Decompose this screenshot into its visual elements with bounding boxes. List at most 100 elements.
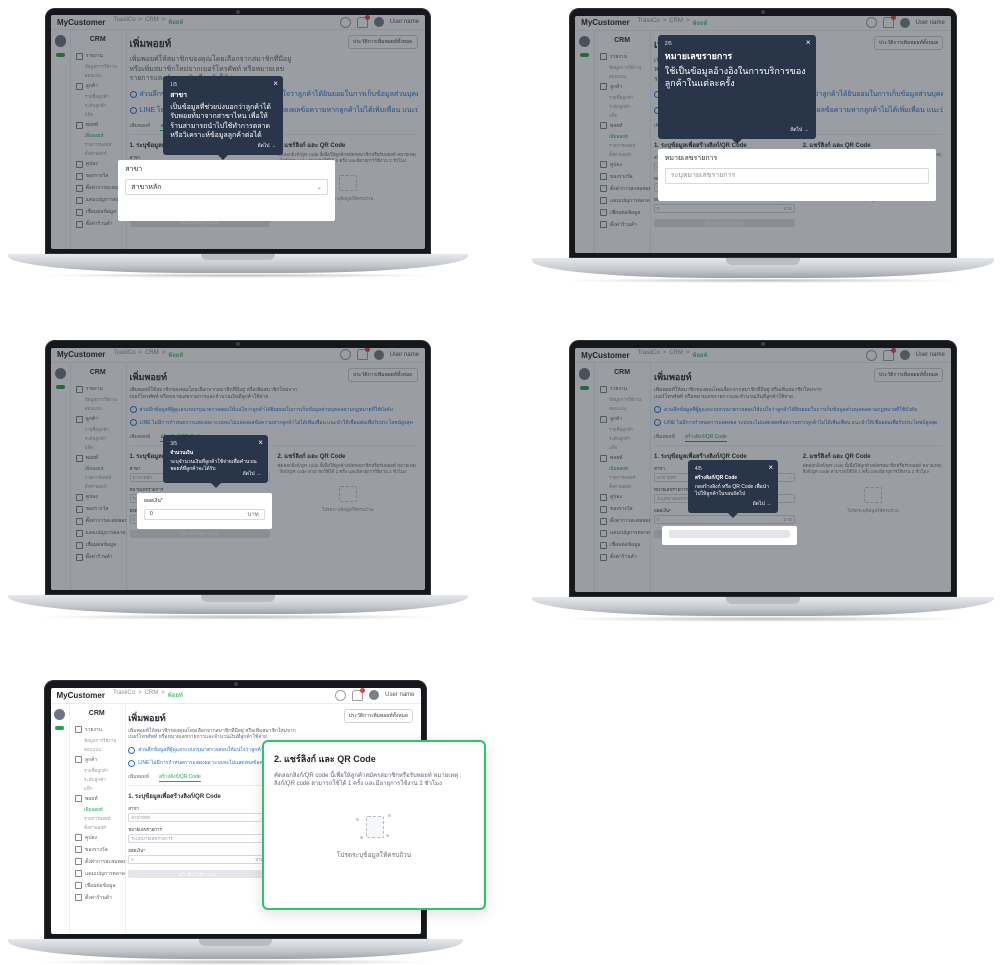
sidebar-subitem[interactable]: รายชื่อลูกค้า — [70, 92, 126, 101]
sidebar-subitem[interactable]: ตอบแบบ — [69, 745, 125, 754]
sidebar-item-points[interactable]: พอยท์ — [69, 793, 125, 805]
bell-icon[interactable] — [356, 15, 370, 28]
sidebar-item-points[interactable]: พอยท์ — [70, 452, 126, 464]
tooltip-next-button[interactable]: ถัดไป → — [243, 470, 261, 478]
breadcrumb-item[interactable]: TrasiiCo — [638, 350, 660, 360]
bell-icon[interactable] — [356, 347, 370, 361]
sidebar-subitem[interactable]: รายการพอยท์ — [70, 473, 126, 482]
sidebar-subitem[interactable]: แท็ก — [69, 784, 125, 793]
create-link-button[interactable]: สร้างลิงก์/QR Code — [128, 870, 267, 879]
sidebar-subitem[interactable]: ตอบแบบ — [594, 72, 650, 81]
sidebar-subitem[interactable]: รายชื่อลูกค้า — [594, 425, 650, 434]
sidebar-subitem-add-points[interactable]: เพิ่มพอยท์ — [70, 131, 126, 140]
sidebar-subitem[interactable]: ระดับลูกค้า — [594, 102, 650, 111]
history-button[interactable]: ประวัติการเพิ่มพอยท์ทั้งหมด — [873, 368, 944, 383]
app-logo[interactable]: MyCustomer — [57, 350, 105, 359]
sidebar-subitem-add-points[interactable]: เพิ่มพอยท์ — [594, 132, 650, 141]
help-icon[interactable] — [865, 17, 877, 29]
sidebar-item-coupons[interactable]: คูปอง — [70, 491, 126, 503]
tab-create-link[interactable]: สร้างลิงก์/QR Code — [159, 773, 201, 783]
history-button[interactable]: ประวัติการเพิ่มพอยท์ทั้งหมด — [348, 35, 418, 50]
sidebar-subitem[interactable]: รายชื่อลูกค้า — [69, 766, 125, 775]
sidebar-subitem[interactable]: ตอบแบบ — [594, 404, 650, 413]
amount-input[interactable]: 0บาท — [654, 514, 795, 524]
sidebar-subitem[interactable]: รายการพอยท์ — [69, 814, 125, 823]
create-link-button[interactable]: สร้างลิงก์/QR Code — [129, 529, 270, 538]
amount-input[interactable]: 0บาท — [654, 204, 795, 214]
sidebar-subitem[interactable]: รายชื่อลูกค้า — [70, 425, 126, 434]
sidebar-item-store-settings[interactable]: ตั้งค่าร้านค้า — [70, 551, 126, 563]
highlight-amount[interactable]: ยอดเงิน* 0 บาท — [137, 492, 272, 530]
amount-input[interactable]: 0บาท — [128, 855, 267, 865]
breadcrumb-item[interactable]: TrasiiCo — [638, 18, 660, 28]
sidebar-item-customers[interactable]: ลูกค้า — [69, 754, 125, 766]
sidebar-item-rewards[interactable]: ของรางวัล — [594, 171, 650, 183]
store-avatar-icon[interactable] — [54, 368, 66, 380]
store-avatar-icon[interactable] — [578, 35, 591, 48]
sidebar-subitem[interactable]: ตั้งค่าพอยท์ — [70, 482, 126, 491]
sidebar-subitem[interactable]: ตั้งค่าพอยท์ — [70, 149, 126, 158]
sidebar-subitem-add-points[interactable]: เพิ่มพอยท์ — [594, 464, 650, 473]
sidebar-subitem[interactable]: ระดับลูกค้า — [69, 775, 125, 784]
sidebar-item-reward-settings[interactable]: ตั้งค่าการสะสมพอยท์และรางวัล — [70, 515, 126, 527]
sidebar-subitem[interactable]: ข้อมูลการใช้งาน — [69, 736, 125, 745]
help-icon[interactable] — [339, 16, 351, 28]
sidebar-item-coupons[interactable]: คูปอง — [594, 491, 650, 503]
store-avatar-icon[interactable] — [578, 368, 591, 380]
amount-input[interactable]: 0บาท — [144, 508, 265, 520]
sidebar-subitem[interactable]: รายการพอยท์ — [70, 140, 126, 149]
sidebar-item-campaign[interactable]: แคมเปญการตลาด — [594, 527, 650, 539]
breadcrumb-item[interactable]: TrasiiCo — [113, 350, 135, 360]
sidebar-item-reward-settings[interactable]: ตั้งค่าการสะสมพอยท์และรางวัล — [594, 183, 650, 195]
app-switch-icon[interactable] — [579, 385, 590, 390]
breadcrumb-item[interactable]: CRM — [669, 350, 683, 360]
app-switch-icon[interactable] — [55, 385, 65, 390]
app-logo[interactable]: MyCustomer — [57, 691, 105, 700]
tab-add-points[interactable]: เพิ่มพอยท์ — [128, 773, 149, 782]
sidebar-item-integrations[interactable]: เชื่อมต่อข้อมูล — [594, 207, 650, 219]
avatar[interactable] — [899, 17, 910, 28]
avatar[interactable] — [373, 17, 384, 28]
branch-select[interactable]: สาขาหลัก⌄ — [125, 179, 329, 196]
avatar[interactable] — [369, 690, 380, 701]
sidebar-item-store-settings[interactable]: ตั้งค่าร้านค้า — [594, 551, 650, 563]
sidebar-item-reports[interactable]: รายงาน — [594, 383, 650, 395]
sidebar-item-points[interactable]: พอยท์ — [594, 452, 650, 464]
sidebar-subitem[interactable]: ตั้งค่าพอยท์ — [594, 482, 650, 491]
sidebar-subitem[interactable]: แท็ก — [70, 443, 126, 452]
sidebar-subitem[interactable]: ข้อมูลการใช้งาน — [594, 63, 650, 72]
sidebar-item-customers[interactable]: ลูกค้า — [594, 81, 650, 93]
history-button[interactable]: ประวัติการเพิ่มพอยท์ทั้งหมด — [873, 35, 944, 50]
sidebar-item-customers[interactable]: ลูกค้า — [70, 80, 126, 92]
sidebar-subitem[interactable]: ระดับลูกค้า — [70, 101, 126, 110]
sidebar-item-rewards[interactable]: ของรางวัล — [69, 844, 125, 856]
highlight-create-button[interactable] — [661, 525, 797, 546]
sidebar-subitem[interactable]: แท็ก — [594, 111, 650, 120]
sidebar-item-coupons[interactable]: คูปอง — [594, 159, 650, 171]
tooltip-next-button[interactable]: ถัดไป → — [753, 500, 771, 508]
sidebar-item-customers[interactable]: ลูกค้า — [70, 413, 126, 425]
sidebar-item-integrations[interactable]: เชื่อมต่อข้อมูล — [70, 539, 126, 551]
breadcrumb-item[interactable]: TrasiiCo — [113, 17, 135, 27]
highlight-order-number[interactable]: หมายเลขรายการ ระบุหมายเลขรายการ — [657, 148, 936, 201]
sidebar-item-campaign[interactable]: แคมเปญการตลาด — [69, 868, 125, 880]
tab-add-points[interactable]: เพิ่มพอยท์ — [130, 122, 151, 131]
help-icon[interactable] — [865, 349, 877, 361]
sidebar-item-rewards[interactable]: ของรางวัล — [70, 503, 126, 515]
sidebar-item-reports[interactable]: รายงาน — [69, 724, 125, 736]
sidebar-item-integrations[interactable]: เชื่อมต่อข้อมูล — [594, 539, 650, 551]
sidebar-subitem[interactable]: แท็ก — [594, 443, 650, 452]
sidebar-item-rewards[interactable]: ของรางวัล — [594, 503, 650, 515]
sidebar-subitem[interactable]: ตอบแบบ — [70, 71, 126, 80]
sidebar-subitem[interactable]: ข้อมูลการใช้งาน — [594, 395, 650, 404]
bell-icon[interactable] — [882, 347, 896, 361]
sidebar-item-reports[interactable]: รายงาน — [594, 51, 650, 63]
sidebar-subitem[interactable]: รายชื่อลูกค้า — [594, 93, 650, 102]
sidebar-subitem[interactable]: ระดับลูกค้า — [594, 434, 650, 443]
highlight-branch[interactable]: สาขา สาขาหลัก ⌄ — [118, 160, 336, 221]
sidebar-subitem-add-points[interactable]: เพิ่มพอยท์ — [70, 464, 126, 473]
app-logo[interactable]: MyCustomer — [581, 351, 629, 360]
user-name[interactable]: User name — [916, 20, 945, 26]
breadcrumb-item[interactable]: TrasiiCo — [113, 690, 135, 700]
sidebar-item-store-settings[interactable]: ตั้งค่าร้านค้า — [69, 892, 125, 904]
